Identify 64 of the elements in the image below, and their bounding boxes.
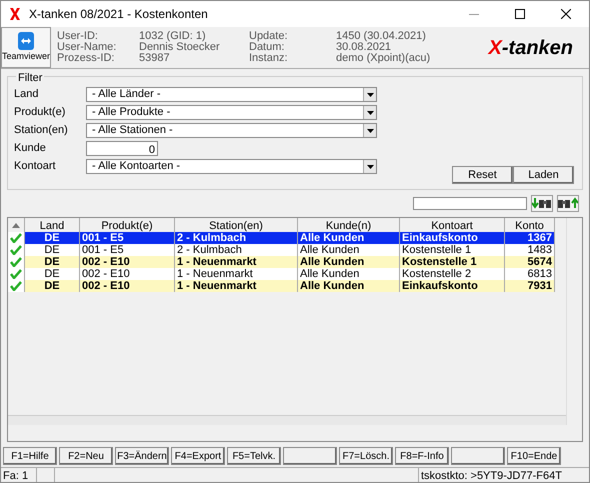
dropdown-field[interactable]: - Alle Kontoarten - [86, 159, 377, 174]
sort-up-icon [12, 222, 20, 228]
info-label: Instanz: [249, 53, 289, 64]
action-button[interactable]: Reset [452, 166, 513, 184]
number-field[interactable]: 0 [86, 141, 158, 156]
dropdown-arrow-icon [366, 164, 374, 168]
search-field[interactable] [413, 196, 527, 210]
dropdown-field[interactable]: - Alle Länder - [86, 87, 377, 102]
app-logo: X-tanken [488, 36, 573, 60]
table-cell: 002 - E10 [80, 280, 175, 292]
dropdown-field[interactable]: - Alle Stationen - [86, 123, 377, 138]
info-label: Datum: [249, 42, 284, 53]
search-up-icon [558, 197, 578, 209]
info-value: Dennis Stoecker [139, 42, 221, 53]
app-logo-icon [9, 7, 21, 21]
blank-key-button[interactable] [283, 447, 337, 465]
status-text: Fa: 1 [1, 468, 37, 482]
action-button[interactable]: Laden [513, 166, 574, 184]
search-up-button[interactable] [557, 194, 579, 212]
table-cell: Alle Kunden [298, 280, 400, 292]
dropdown-arrow-icon [366, 92, 374, 96]
table-row[interactable]: DE 002 - E10 1 - Neuenmarkt Alle Kunden Kostenstelle 2 6813 [8, 268, 555, 280]
table-cell: Einkaufskonto [400, 280, 505, 292]
function-key-button[interactable]: F10=Ende [507, 447, 561, 465]
field-label: Land [14, 87, 40, 102]
info-label: Update: [249, 31, 289, 42]
function-key-button[interactable]: F4=Export [171, 447, 225, 465]
dropdown-arrow-icon [366, 128, 374, 132]
field-label: Produkt(e) [14, 105, 66, 120]
dropdown-arrow-icon [366, 110, 374, 114]
table-row[interactable]: DE 001 - E5 2 - Kulmbach Alle Kunden Kostenstelle 1 1483 [8, 244, 555, 256]
blank-key-button[interactable] [451, 447, 505, 465]
function-key-button[interactable]: F5=Telvk. [227, 447, 281, 465]
info-label: Prozess-ID: [57, 53, 116, 64]
function-key-button[interactable]: F3=Ändern [115, 447, 169, 465]
close-icon [561, 9, 571, 19]
function-key-button[interactable]: F1=Hilfe [3, 447, 57, 465]
window-title: X-tanken 08/2021 - Kostenkonten [29, 6, 208, 23]
table-cell: 7931 [505, 280, 555, 292]
table-row[interactable]: DE 001 - E5 2 - Kulmbach Alle Kunden Einkaufskonto 1367 [8, 232, 555, 244]
info-value: 30.08.2021 [336, 42, 392, 53]
status-text: tskostkto: >5YT9-JD77-F64T [420, 469, 563, 482]
function-key-button[interactable]: F7=Lösch. [339, 447, 393, 465]
field-label: Kunde [14, 141, 47, 156]
function-key-button[interactable]: F8=F-Info [395, 447, 449, 465]
field-label: Kontoart [14, 159, 57, 174]
info-value: 1032 (GID: 1) [139, 31, 207, 42]
dropdown-field[interactable]: - Alle Produkte - [86, 105, 377, 120]
table-cell: DE [25, 280, 80, 292]
info-value: 1450 (30.04.2021) [336, 31, 427, 42]
info-label: User-ID: [57, 31, 99, 42]
search-down-icon [532, 197, 552, 209]
teamviewer-icon [18, 32, 34, 50]
table-cell: 1 - Neuenmarkt [175, 280, 298, 292]
table-row[interactable]: DE 002 - E10 1 - Neuenmarkt Alle Kunden Kostenstelle 1 5674 [8, 256, 555, 268]
function-key-button[interactable]: F2=Neu [59, 447, 113, 465]
horizontal-scrollbar[interactable] [8, 415, 566, 425]
teamviewer-button[interactable]: Teamviewer [1, 27, 51, 68]
table-row[interactable]: DE 002 - E10 1 - Neuenmarkt Alle Kunden Einkaufskonto 7931 [8, 280, 555, 292]
info-label: User-Name: [57, 42, 118, 53]
info-value: demo (Xpoint)(acu) [336, 53, 432, 64]
search-down-button[interactable] [531, 194, 553, 212]
info-value: 53987 [139, 53, 171, 64]
field-label: Station(en) [14, 123, 69, 138]
